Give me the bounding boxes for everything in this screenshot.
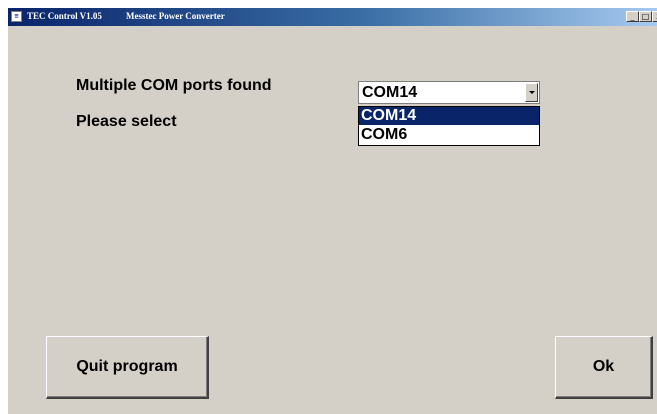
window-subtitle: Messtec Power Converter [126,11,225,21]
app-icon[interactable]: ≡ [11,11,22,22]
quit-program-button[interactable]: Quit program [46,336,209,399]
com-port-selected-value: COM14 [362,84,418,101]
minimize-icon[interactable]: _ [626,11,639,22]
maximize-icon[interactable]: □ [639,11,652,22]
multiple-ports-message: Multiple COM ports found [76,77,272,94]
title-bar[interactable]: ≡ TEC Control V1.05 Messtec Power Conver… [8,8,657,26]
ok-button[interactable]: Ok [555,336,653,399]
app-window: ≡ TEC Control V1.05 Messtec Power Conver… [8,8,657,414]
dropdown-arrow-icon[interactable] [525,83,538,102]
com-port-dropdown[interactable]: COM14 [358,81,540,104]
com-port-option-com14[interactable]: COM14 [359,107,539,125]
close-icon[interactable]: x [652,11,657,22]
select-prompt: Please select [76,113,177,130]
window-title: TEC Control V1.05 [27,11,102,21]
com-port-options-list: COM14 COM6 [358,106,540,146]
com-port-option-com6[interactable]: COM6 [359,126,539,144]
